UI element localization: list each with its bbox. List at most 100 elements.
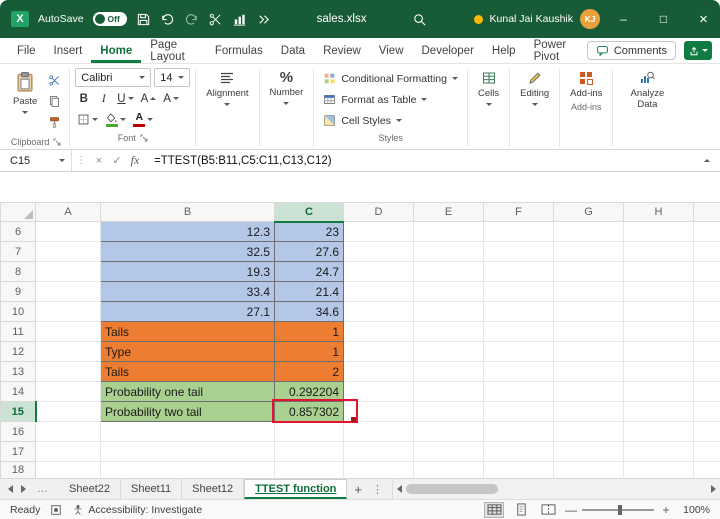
- sheet-tab-ttest-function[interactable]: TTEST function: [244, 479, 348, 499]
- row-header-18[interactable]: 18: [0, 461, 36, 478]
- redo-icon[interactable]: [184, 12, 199, 27]
- row-header-14[interactable]: 14: [0, 381, 36, 402]
- editing-button[interactable]: Editing: [515, 67, 554, 106]
- undo-icon[interactable]: [160, 12, 175, 27]
- column-header-A[interactable]: A: [35, 202, 101, 222]
- cell-F9[interactable]: [483, 281, 554, 302]
- cell-G14[interactable]: [553, 381, 624, 402]
- horizontal-scrollbar[interactable]: [392, 479, 720, 499]
- cell-G10[interactable]: [553, 301, 624, 322]
- zoom-out-button[interactable]: —: [565, 503, 577, 517]
- cell-B11[interactable]: Tails: [100, 321, 275, 342]
- cell-H8[interactable]: [623, 261, 694, 282]
- font-name-select[interactable]: Calibri: [75, 68, 152, 87]
- previous-sheet-icon[interactable]: [8, 485, 13, 493]
- cell-A17[interactable]: [35, 441, 101, 462]
- chart-qat-icon[interactable]: [232, 12, 247, 27]
- cell-A8[interactable]: [35, 261, 101, 282]
- cell-E11[interactable]: [413, 321, 484, 342]
- cell-D8[interactable]: [343, 261, 414, 282]
- cell-B14[interactable]: Probability one tail: [100, 381, 275, 402]
- search-icon[interactable]: [412, 12, 427, 27]
- cell-H16[interactable]: [623, 421, 694, 442]
- cell-B7[interactable]: 32.5: [100, 241, 275, 262]
- format-as-table-button[interactable]: Format as Table: [319, 90, 462, 109]
- ribbon-tab-file[interactable]: File: [8, 38, 45, 63]
- ribbon-tab-view[interactable]: View: [370, 38, 413, 63]
- ribbon-tab-formulas[interactable]: Formulas: [206, 38, 272, 63]
- row-header-17[interactable]: 17: [0, 441, 36, 462]
- cell-D10[interactable]: [343, 301, 414, 322]
- sheet-overflow-icon[interactable]: …: [34, 483, 51, 495]
- comments-button[interactable]: Comments: [586, 41, 676, 60]
- cell-B6[interactable]: 12.3: [100, 221, 275, 242]
- borders-button[interactable]: [75, 110, 100, 129]
- zoom-slider[interactable]: [582, 504, 654, 515]
- insert-function-icon[interactable]: fx: [126, 153, 144, 168]
- zoom-in-button[interactable]: +: [661, 503, 671, 517]
- italic-button[interactable]: I: [95, 89, 112, 108]
- cell-D14[interactable]: [343, 381, 414, 402]
- cell-A15[interactable]: [35, 401, 101, 422]
- cell-B18[interactable]: [100, 461, 275, 478]
- cell-C16[interactable]: [274, 421, 344, 442]
- next-sheet-icon[interactable]: [21, 485, 26, 493]
- cell-G17[interactable]: [553, 441, 624, 462]
- zoom-level[interactable]: 100%: [678, 504, 710, 516]
- cancel-icon[interactable]: ×: [90, 155, 108, 167]
- ribbon-tab-page-layout[interactable]: Page Layout: [141, 38, 206, 63]
- cell-B16[interactable]: [100, 421, 275, 442]
- column-header-D[interactable]: D: [343, 202, 414, 222]
- autosave-toggle[interactable]: Off: [92, 12, 127, 26]
- user-avatar[interactable]: KJ: [580, 9, 600, 29]
- cell-A9[interactable]: [35, 281, 101, 302]
- ribbon-tab-review[interactable]: Review: [314, 38, 370, 63]
- cell-styles-button[interactable]: Cell Styles: [319, 111, 462, 130]
- cell-C8[interactable]: 24.7: [274, 261, 344, 282]
- cell-G6[interactable]: [553, 221, 624, 242]
- cell-D7[interactable]: [343, 241, 414, 262]
- cell-G9[interactable]: [553, 281, 624, 302]
- row-header-12[interactable]: 12: [0, 341, 36, 362]
- cell-E13[interactable]: [413, 361, 484, 382]
- cell-A13[interactable]: [35, 361, 101, 382]
- cell-G8[interactable]: [553, 261, 624, 282]
- cell-G11[interactable]: [553, 321, 624, 342]
- sheet-tab-sheet11[interactable]: Sheet11: [121, 479, 183, 499]
- cell-D6[interactable]: [343, 221, 414, 242]
- cell-A16[interactable]: [35, 421, 101, 442]
- scroll-left-icon[interactable]: [397, 485, 402, 493]
- font-dialog-launcher-icon[interactable]: [140, 134, 148, 142]
- format-painter-button[interactable]: [44, 113, 64, 131]
- ribbon-tab-help[interactable]: Help: [483, 38, 525, 63]
- number-format-button[interactable]: % Number: [265, 67, 309, 105]
- cell-G12[interactable]: [553, 341, 624, 362]
- ribbon-tab-insert[interactable]: Insert: [45, 38, 92, 63]
- cell-H10[interactable]: [623, 301, 694, 322]
- sheet-tab-sheet22[interactable]: Sheet22: [59, 479, 121, 499]
- column-header-G[interactable]: G: [553, 202, 624, 222]
- analyze-data-button[interactable]: Analyze Data: [618, 67, 676, 111]
- cell-H14[interactable]: [623, 381, 694, 402]
- row-header-9[interactable]: 9: [0, 281, 36, 302]
- formula-bar-collapse-button[interactable]: [694, 159, 720, 162]
- cell-C10[interactable]: 34.6: [274, 301, 344, 322]
- decrease-font-size-button[interactable]: A: [161, 89, 181, 108]
- cell-E6[interactable]: [413, 221, 484, 242]
- font-size-select[interactable]: 14: [154, 68, 191, 87]
- cell-B17[interactable]: [100, 441, 275, 462]
- macro-record-icon[interactable]: [50, 504, 62, 516]
- cell-A12[interactable]: [35, 341, 101, 362]
- underline-button[interactable]: U: [115, 89, 135, 108]
- cell-A11[interactable]: [35, 321, 101, 342]
- ribbon-tab-power-pivot[interactable]: Power Pivot: [525, 38, 587, 63]
- cell-F12[interactable]: [483, 341, 554, 362]
- cell-F17[interactable]: [483, 441, 554, 462]
- user-name[interactable]: Kunal Jai Kaushik: [490, 13, 573, 25]
- conditional-formatting-button[interactable]: Conditional Formatting: [319, 69, 462, 88]
- cell-D9[interactable]: [343, 281, 414, 302]
- document-title[interactable]: sales.xlsx: [317, 13, 367, 25]
- ribbon-tab-data[interactable]: Data: [272, 38, 314, 63]
- paste-button[interactable]: Paste: [8, 67, 42, 134]
- column-header-B[interactable]: B: [100, 202, 275, 222]
